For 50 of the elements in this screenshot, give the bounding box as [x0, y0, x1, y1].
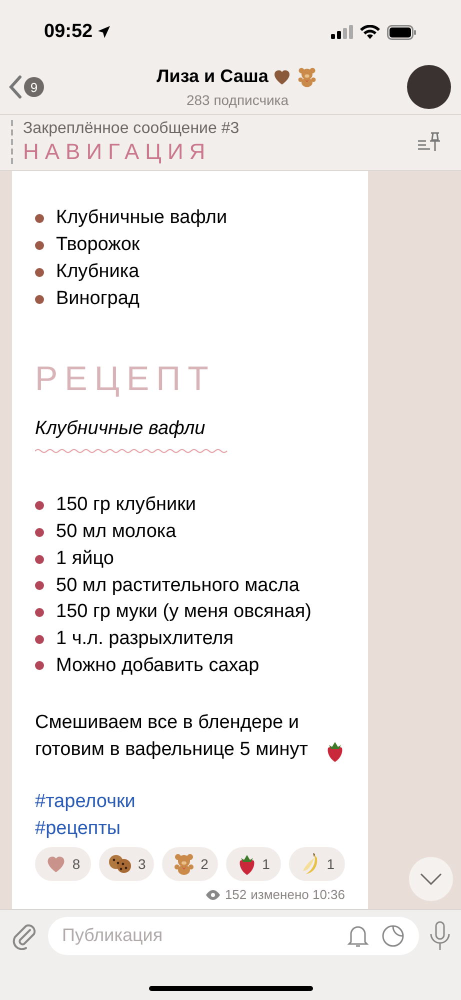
view-count: 152 [224, 886, 247, 904]
list-item-text: 1 яйцо [56, 546, 114, 571]
hashtag-link[interactable]: #рецепты [35, 815, 121, 842]
hashtag-link[interactable]: #тарелочки [35, 788, 136, 816]
pinned-label: Закреплённое сообщение #3 [23, 119, 240, 140]
unread-badge: 9 [24, 77, 44, 98]
message-input-field[interactable]: Публикация [62, 922, 347, 950]
list-item-text: Виноград [56, 287, 140, 312]
location-arrow-icon [96, 25, 111, 40]
list-item-text: 50 мл молока [56, 520, 176, 544]
back-chevron-icon [8, 75, 22, 100]
list-item-text: 150 гр клубники [56, 493, 196, 518]
views-eye-icon [204, 888, 221, 901]
section-heading: РЕЦЕПТ [35, 358, 216, 399]
channel-avatar[interactable] [407, 65, 451, 110]
battery-icon [387, 24, 417, 40]
clock-time: 09:52 [44, 20, 93, 44]
bell-icon[interactable] [347, 924, 369, 948]
composer-field[interactable]: Публикация [48, 916, 419, 955]
back-button[interactable]: 9 [8, 75, 68, 100]
microphone-icon[interactable] [429, 920, 451, 951]
subscriber-count: 283 подписчика [186, 91, 289, 110]
chevron-down-icon [420, 872, 442, 885]
list-item-text: Клубничные вафли [56, 206, 228, 230]
reaction-button[interactable]: 1 [226, 847, 282, 882]
wifi-icon [360, 25, 380, 40]
teddy-bear-icon [296, 66, 318, 88]
dish-title: Клубничные вафли [35, 416, 206, 441]
sticker-icon[interactable] [381, 924, 405, 948]
pinned-text: НАВИГАЦИЯ [23, 139, 212, 166]
pinned-list-icon [417, 131, 443, 154]
reaction-button[interactable]: 1 [289, 847, 345, 882]
channel-title: Лиза и Саша [156, 65, 268, 88]
reaction-button[interactable]: 2 [162, 847, 218, 882]
list-item-text: Можно добавить сахар [56, 654, 260, 678]
message-paragraph: Смешиваем все в блендере и готовим в вафельнице 5 минут [35, 711, 309, 762]
list-item-text: Клубника [56, 260, 140, 284]
reaction-button[interactable]: 8 [35, 847, 91, 882]
pinned-message-bar[interactable]: Закреплённое сообщение #3 НАВИГАЦИЯ [0, 114, 461, 171]
cookies-icon [106, 853, 133, 876]
edited-time: изменено 10:36 [250, 886, 345, 904]
scroll-down-button[interactable] [409, 856, 453, 901]
teddy-bear-icon [172, 852, 196, 876]
list-item-text: Творожок [56, 233, 140, 258]
reaction-button[interactable]: 3 [98, 847, 154, 882]
list-item-text: 150 гр муки (у меня овсяная) [56, 600, 312, 624]
list-item-text: 1 ч.л. разрыхлителя [56, 626, 234, 651]
list-item-text: 50 мл растительного масла [56, 574, 300, 598]
signal-icon [331, 25, 353, 40]
attachment-icon[interactable] [10, 922, 38, 950]
